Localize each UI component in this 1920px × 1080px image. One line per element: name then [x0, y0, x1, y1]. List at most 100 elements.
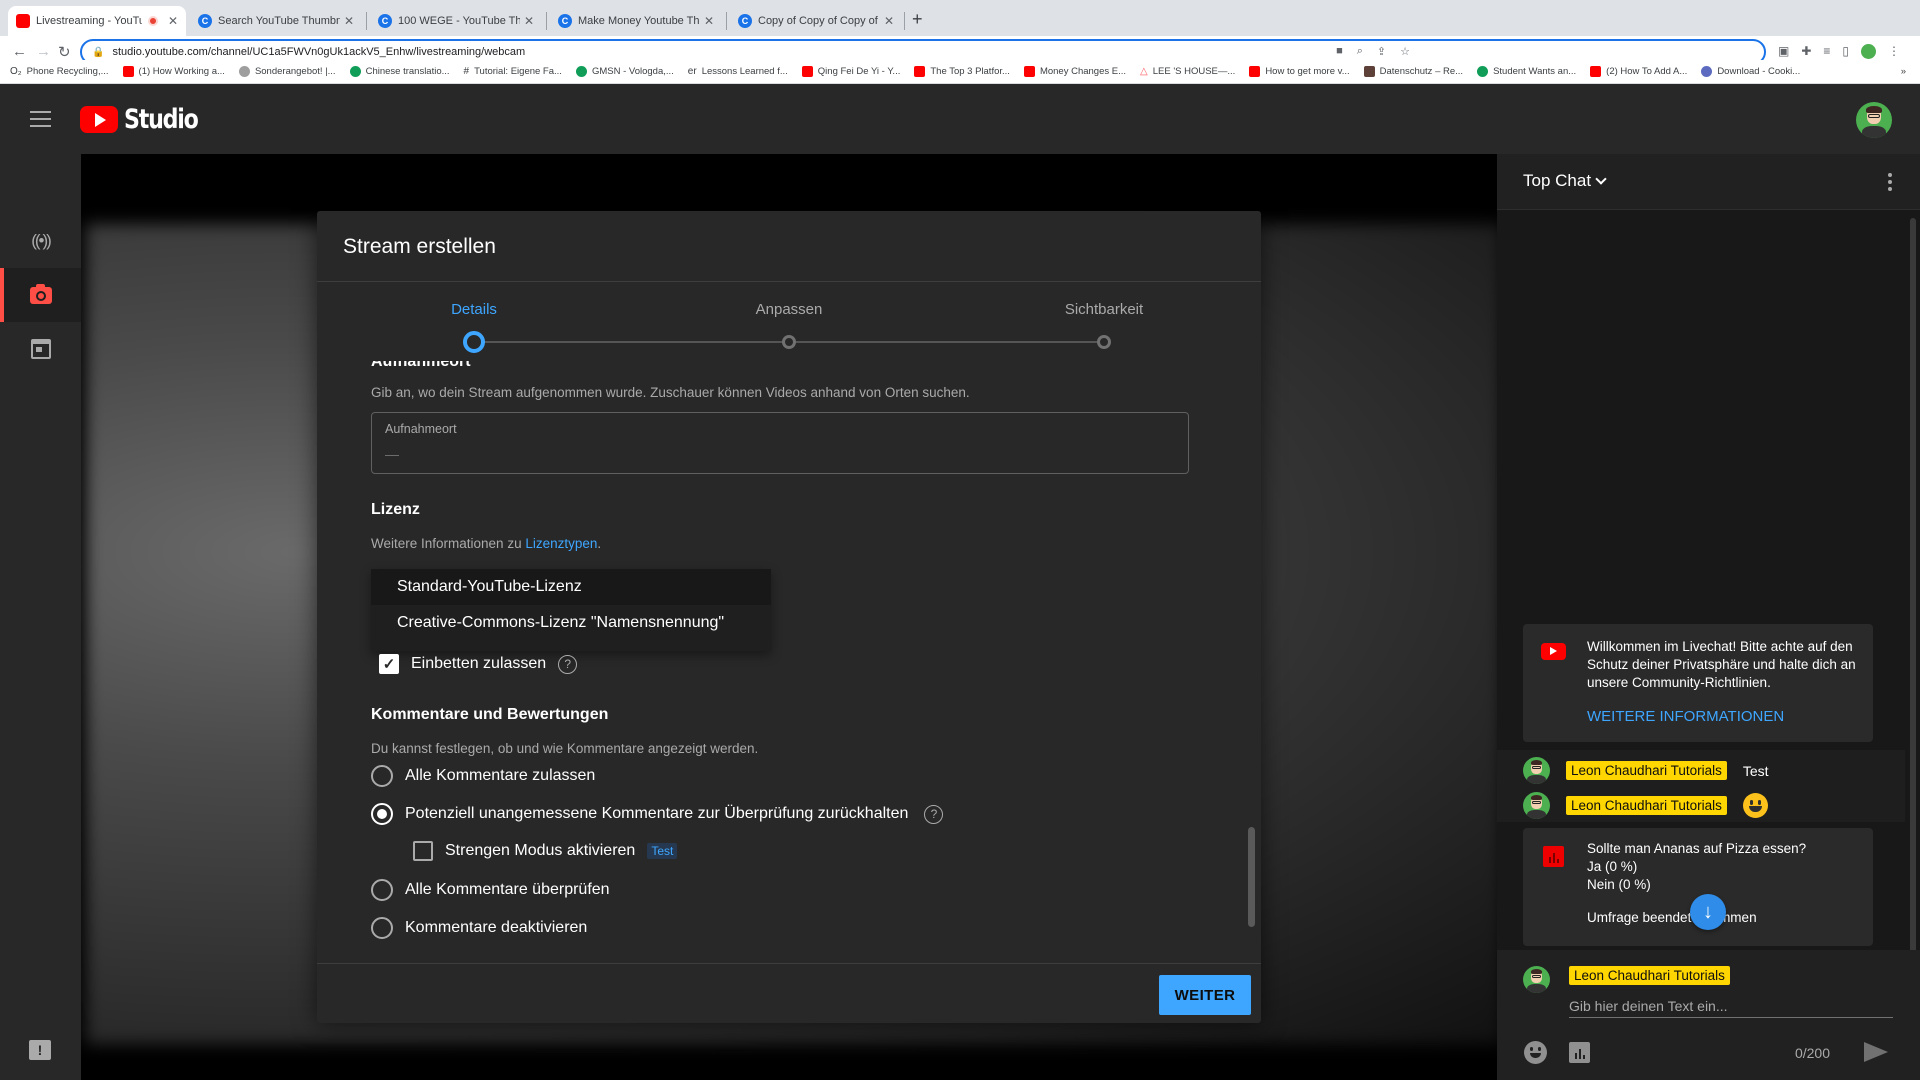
next-button[interactable]: WEITER [1159, 975, 1251, 1015]
back-icon[interactable]: ← [12, 43, 27, 60]
chat-scrollbar[interactable] [1910, 218, 1916, 958]
more-options-icon[interactable] [1888, 173, 1892, 191]
chevron-down-icon [1595, 173, 1607, 185]
bookmark[interactable]: The Top 3 Platfor... [914, 66, 1010, 77]
comments-option-hold-inappropriate[interactable]: Potenziell unangemessene Kommentare zur … [371, 803, 944, 825]
dialog-scrollbar[interactable] [1248, 827, 1255, 927]
embed-label: Einbetten zulassen [411, 655, 547, 672]
comments-option-disable[interactable]: Kommentare deaktivieren [371, 917, 587, 939]
bookmark[interactable]: △ LEE 'S HOUSE—... [1140, 66, 1235, 77]
omnibox-icons: ■ ⌕ ⇪ ☆ [1336, 45, 1410, 58]
emoji-icon[interactable] [1524, 1041, 1547, 1064]
profile-avatar[interactable] [1861, 44, 1876, 59]
dialog-title: Stream erstellen [343, 235, 496, 258]
nav-webcam[interactable] [0, 268, 81, 322]
bookmark[interactable]: Money Changes E... [1023, 66, 1126, 77]
green-circle-icon [349, 66, 361, 77]
more-bookmarks-icon[interactable]: » [1901, 66, 1906, 77]
green-circle-icon [1477, 66, 1489, 77]
bookmark[interactable]: Download - Cooki... [1701, 66, 1800, 77]
step-dot-customize[interactable] [782, 335, 796, 349]
bookmark[interactable]: O₂ Phone Recycling,... [10, 66, 109, 77]
sidepanel-icon[interactable]: ▯ [1842, 44, 1849, 59]
nav-manage[interactable] [0, 322, 81, 376]
tab-separator [904, 12, 905, 30]
browser-tab[interactable]: Livestreaming - YouTube S ✕ [8, 6, 186, 36]
comments-option-review-all[interactable]: Alle Kommentare überprüfen [371, 879, 610, 901]
camera-permission-icon[interactable]: ■ [1336, 45, 1343, 58]
author-badge: Leon Chaudhari Tutorials [1566, 761, 1727, 780]
comments-option-allow-all[interactable]: Alle Kommentare zulassen [371, 765, 595, 787]
bookmark-star-icon[interactable]: ☆ [1400, 45, 1410, 58]
browser-tab[interactable]: C Copy of Copy of Copy of Copy ✕ [730, 6, 902, 36]
license-types-link[interactable]: Lizenztypen [525, 536, 597, 551]
scroll-to-bottom-button[interactable]: ↓ [1690, 894, 1726, 930]
license-option-creative-commons[interactable]: Creative-Commons-Lizenz "Namensnennung" [371, 605, 771, 641]
browser-tab[interactable]: C Make Money Youtube Thumbna ✕ [550, 6, 722, 36]
nav-stream[interactable]: ((•)) [0, 214, 81, 268]
embed-checkbox[interactable]: ✓ [379, 654, 399, 674]
location-field[interactable]: Aufnahmeort [371, 412, 1189, 474]
step-dot-visibility[interactable] [1097, 335, 1111, 349]
purple-circle-icon [1701, 66, 1713, 77]
menu-icon[interactable]: ⋮ [1888, 44, 1900, 59]
poll-status: Umfrage beendet · Stimmen [1587, 910, 1757, 925]
chat-message[interactable]: Leon Chaudhari Tutorials [1523, 792, 1768, 819]
close-tab-icon[interactable]: ✕ [884, 14, 894, 28]
menu-icon[interactable] [30, 111, 51, 127]
studio-logo[interactable]: Studio [80, 104, 214, 135]
radio-button-selected[interactable] [371, 803, 393, 825]
chat-mode-dropdown[interactable]: Top Chat [1523, 171, 1607, 191]
license-option-standard[interactable]: Standard-YouTube-Lizenz [371, 569, 771, 605]
zoom-icon[interactable]: ⌕ [1357, 45, 1363, 58]
close-tab-icon[interactable]: ✕ [168, 14, 178, 28]
send-icon[interactable] [1864, 1042, 1888, 1062]
browser-tab[interactable]: C 100 WEGE - YouTube Thumbna ✕ [370, 6, 542, 36]
bookmark[interactable]: Student Wants an... [1477, 66, 1576, 77]
location-heading: Aufnahmeort [371, 361, 471, 370]
help-icon[interactable]: ? [924, 804, 944, 824]
puzzle-icon[interactable]: ✚ [1801, 44, 1811, 59]
new-tab-button[interactable]: + [912, 9, 923, 30]
reading-list-icon[interactable]: ≡ [1823, 44, 1830, 59]
radio-button[interactable] [371, 879, 393, 901]
radio-button[interactable] [371, 765, 393, 787]
close-tab-icon[interactable]: ✕ [704, 14, 714, 28]
chat-composer: Leon Chaudhari Tutorials 0/200 [1497, 950, 1920, 1080]
camera-icon [29, 283, 52, 304]
bookmark[interactable]: (1) How Working a... [122, 66, 225, 77]
browser-tab[interactable]: C Search YouTube Thumbnail - C ✕ [190, 6, 362, 36]
step-visibility[interactable]: Sichtbarkeit [1065, 301, 1143, 318]
youtube-icon [1590, 66, 1602, 77]
poll-icon[interactable] [1569, 1042, 1590, 1063]
extension-icon[interactable]: ▣ [1778, 44, 1789, 59]
bookmark[interactable]: (2) How To Add A... [1590, 66, 1687, 77]
bookmark[interactable]: Chinese translatio... [349, 66, 450, 77]
more-info-link[interactable]: WEITERE INFORMATIONEN [1587, 708, 1784, 725]
share-icon[interactable]: ⇪ [1377, 45, 1386, 58]
bookmark[interactable]: Qing Fei De Yi - Y... [801, 66, 900, 77]
bookmark[interactable]: er Lessons Learned f... [688, 66, 788, 77]
strict-mode-checkbox[interactable] [413, 841, 433, 861]
step-customize[interactable]: Anpassen [756, 301, 823, 318]
bookmarks-bar: O₂ Phone Recycling,... (1) How Working a.… [0, 60, 1920, 84]
chat-message[interactable]: Leon Chaudhari Tutorials Test [1523, 757, 1769, 784]
radio-button[interactable] [371, 917, 393, 939]
bookmark[interactable]: Sonderangebot! |... [238, 66, 336, 77]
forward-icon[interactable]: → [36, 43, 51, 60]
reload-icon[interactable]: ↻ [58, 43, 71, 61]
bookmark[interactable]: How to get more v... [1249, 66, 1350, 77]
step-details[interactable]: Details [451, 301, 497, 318]
feedback-icon[interactable]: ! [29, 1040, 51, 1060]
tab-separator [726, 12, 727, 30]
account-avatar[interactable] [1856, 102, 1892, 138]
close-tab-icon[interactable]: ✕ [344, 14, 354, 28]
bookmark[interactable]: # Tutorial: Eigene Fa... [464, 66, 562, 77]
close-tab-icon[interactable]: ✕ [524, 14, 534, 28]
step-dot-details[interactable] [463, 331, 485, 353]
chat-input[interactable] [1569, 994, 1893, 1018]
location-input[interactable] [385, 443, 1165, 465]
bookmark[interactable]: GMSN - Vologda,... [575, 66, 674, 77]
help-icon[interactable]: ? [558, 654, 578, 674]
bookmark[interactable]: Datenschutz – Re... [1363, 66, 1463, 77]
